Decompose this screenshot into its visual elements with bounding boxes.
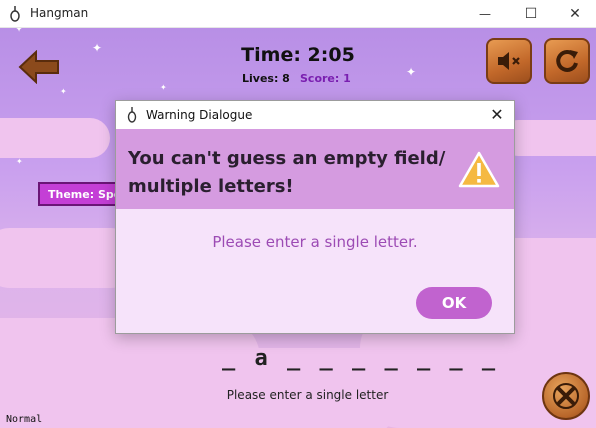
hint-text: Please enter a single letter bbox=[226, 388, 389, 402]
maximize-icon: ☐ bbox=[524, 6, 538, 22]
dialog-close-button[interactable]: ✕ bbox=[486, 104, 508, 126]
close-icon: ✕ bbox=[490, 105, 504, 124]
close-icon: ✕ bbox=[569, 6, 581, 22]
restart-button[interactable] bbox=[544, 38, 590, 84]
quit-button[interactable] bbox=[542, 372, 590, 420]
theme-badge: Theme: Spo bbox=[38, 182, 120, 206]
dialog-message: Please enter a single letter. bbox=[212, 233, 418, 251]
warning-icon bbox=[458, 151, 500, 188]
ok-button[interactable]: OK bbox=[416, 287, 492, 319]
sparkle: ✦ bbox=[160, 83, 167, 92]
sparkle: ✦ bbox=[16, 157, 23, 166]
noose-icon bbox=[127, 107, 137, 123]
dialog-title: Warning Dialogue bbox=[146, 108, 253, 122]
score-counter: Score: 1 bbox=[300, 72, 351, 85]
quit-icon bbox=[553, 383, 579, 409]
difficulty-mode: Normal bbox=[6, 414, 43, 425]
cloud bbox=[0, 118, 110, 158]
dialog-titlebar: Warning Dialogue ✕ bbox=[116, 101, 514, 129]
mute-button[interactable] bbox=[486, 38, 532, 84]
restart-icon bbox=[556, 49, 578, 72]
window-title: Hangman bbox=[30, 6, 89, 20]
warning-dialog: Warning Dialogue ✕ You can't guess an em… bbox=[115, 100, 515, 334]
minimize-button[interactable]: — bbox=[462, 0, 508, 28]
close-window-button[interactable]: ✕ bbox=[552, 0, 596, 28]
noose-icon bbox=[10, 6, 20, 22]
dialog-heading: You can't guess an empty field/ multiple… bbox=[128, 148, 446, 197]
maximize-button[interactable]: ☐ bbox=[508, 0, 554, 28]
word-display: _ a _ _ _ _ _ _ _ bbox=[222, 346, 499, 371]
sparkle: ✦ bbox=[60, 87, 67, 96]
minimize-icon: — bbox=[479, 7, 491, 21]
dialog-header: You can't guess an empty field/ multiple… bbox=[116, 129, 514, 209]
mute-icon bbox=[498, 52, 520, 70]
sparkle: ✦ bbox=[406, 65, 417, 79]
sparkle: ✦ bbox=[14, 28, 25, 35]
window-titlebar: Hangman — ☐ ✕ bbox=[0, 0, 596, 28]
lives-counter: Lives: 8 bbox=[242, 72, 290, 85]
